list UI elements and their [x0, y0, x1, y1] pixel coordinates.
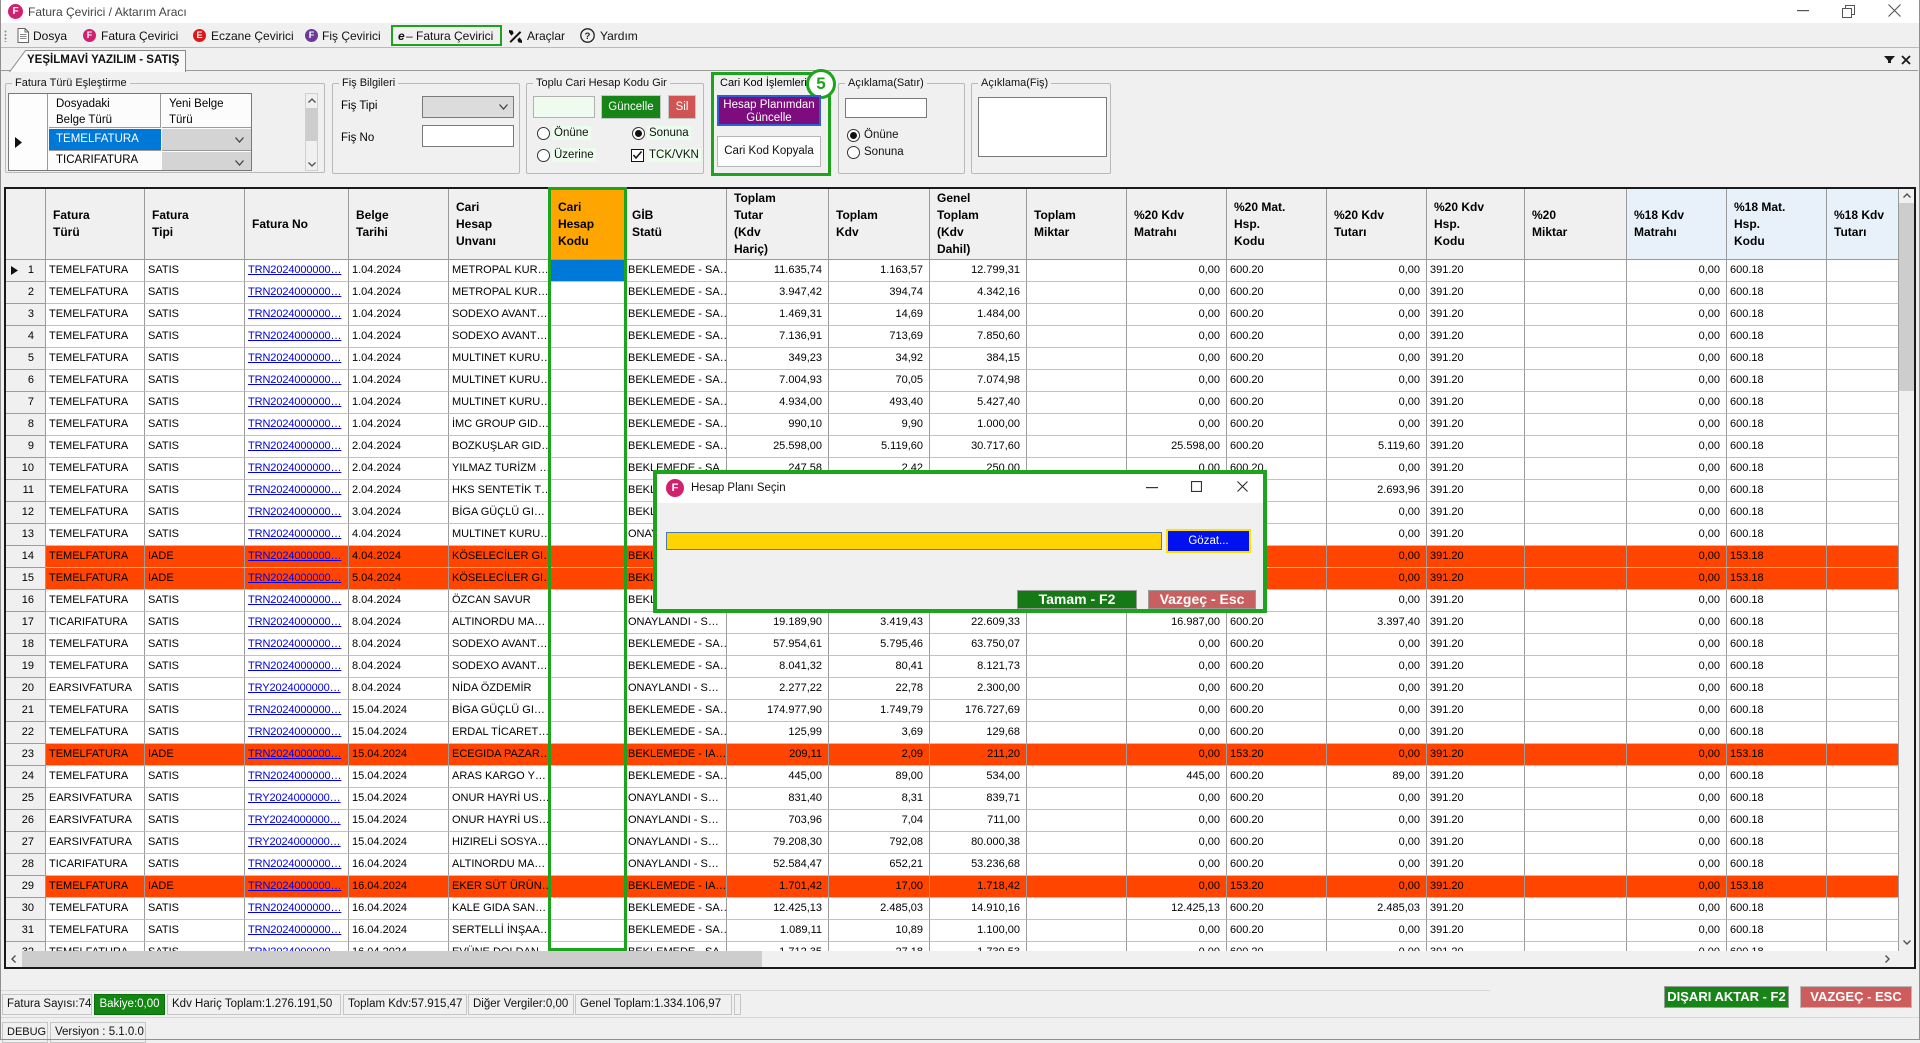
- svg-text:?: ?: [585, 31, 591, 42]
